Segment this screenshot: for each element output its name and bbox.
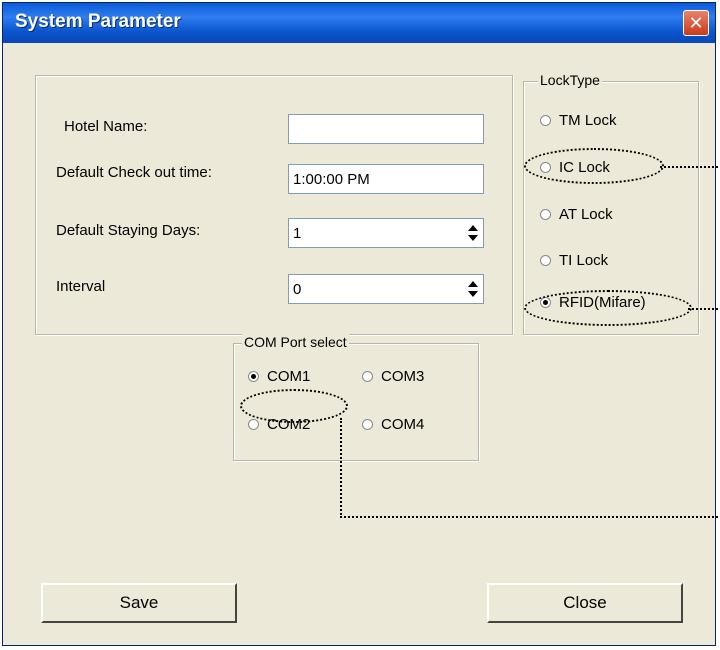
hotel-name-label: Hotel Name: — [64, 118, 148, 135]
interval-label: Interval — [56, 278, 106, 295]
radio-button-icon — [362, 371, 373, 382]
radio-button-icon — [248, 419, 259, 430]
com1-leader-line-vertical — [340, 418, 342, 518]
staying-days-spin-icon[interactable] — [467, 224, 479, 242]
close-button[interactable]: Close — [487, 583, 683, 623]
radio-com3[interactable]: COM3 — [362, 368, 424, 385]
staying-days-stepper[interactable]: 1 — [288, 218, 484, 248]
save-button[interactable]: Save — [41, 583, 237, 623]
radio-button-icon — [540, 115, 551, 126]
rfid-leader-line — [688, 308, 718, 310]
checkout-time-input[interactable]: 1:00:00 PM — [288, 164, 484, 194]
radio-label: COM3 — [381, 368, 425, 385]
interval-value: 0 — [293, 281, 302, 298]
interval-stepper[interactable]: 0 — [288, 274, 484, 304]
com1-leader-line-horizontal — [340, 516, 718, 518]
radio-label: COM1 — [267, 368, 311, 385]
radio-tm-lock[interactable]: TM Lock — [540, 112, 617, 129]
checkout-time-label: Default Check out time: — [56, 164, 212, 181]
radio-label: AT Lock — [559, 206, 613, 223]
rfid-callout — [524, 290, 692, 326]
window-title: System Parameter — [15, 11, 181, 32]
com-port-legend: COM Port select — [242, 334, 349, 350]
radio-button-icon — [248, 371, 259, 382]
staying-days-label: Default Staying Days: — [56, 222, 201, 239]
radio-at-lock[interactable]: AT Lock — [540, 206, 613, 223]
staying-days-value: 1 — [293, 225, 302, 242]
com1-callout — [240, 389, 348, 423]
ic-lock-callout — [524, 148, 664, 184]
radio-label: TI Lock — [559, 252, 609, 269]
interval-spin-icon[interactable] — [467, 280, 479, 298]
radio-ti-lock[interactable]: TI Lock — [540, 252, 608, 269]
radio-com4[interactable]: COM4 — [362, 416, 424, 433]
hotel-name-input[interactable] — [288, 114, 484, 144]
close-window-icon[interactable]: ✕ — [683, 10, 709, 36]
radio-button-icon — [540, 255, 551, 266]
radio-label: TM Lock — [559, 112, 617, 129]
radio-button-icon — [540, 209, 551, 220]
radio-com1[interactable]: COM1 — [248, 368, 310, 385]
lock-type-legend: LockType — [538, 72, 602, 88]
settings-group: Hotel Name: Default Check out time: 1:00… — [35, 75, 513, 335]
radio-button-icon — [362, 419, 373, 430]
checkout-time-value: 1:00:00 PM — [293, 171, 370, 188]
ic-lock-leader-line — [660, 166, 718, 168]
radio-label: COM4 — [381, 416, 425, 433]
title-bar[interactable]: System Parameter ✕ — [3, 3, 715, 43]
